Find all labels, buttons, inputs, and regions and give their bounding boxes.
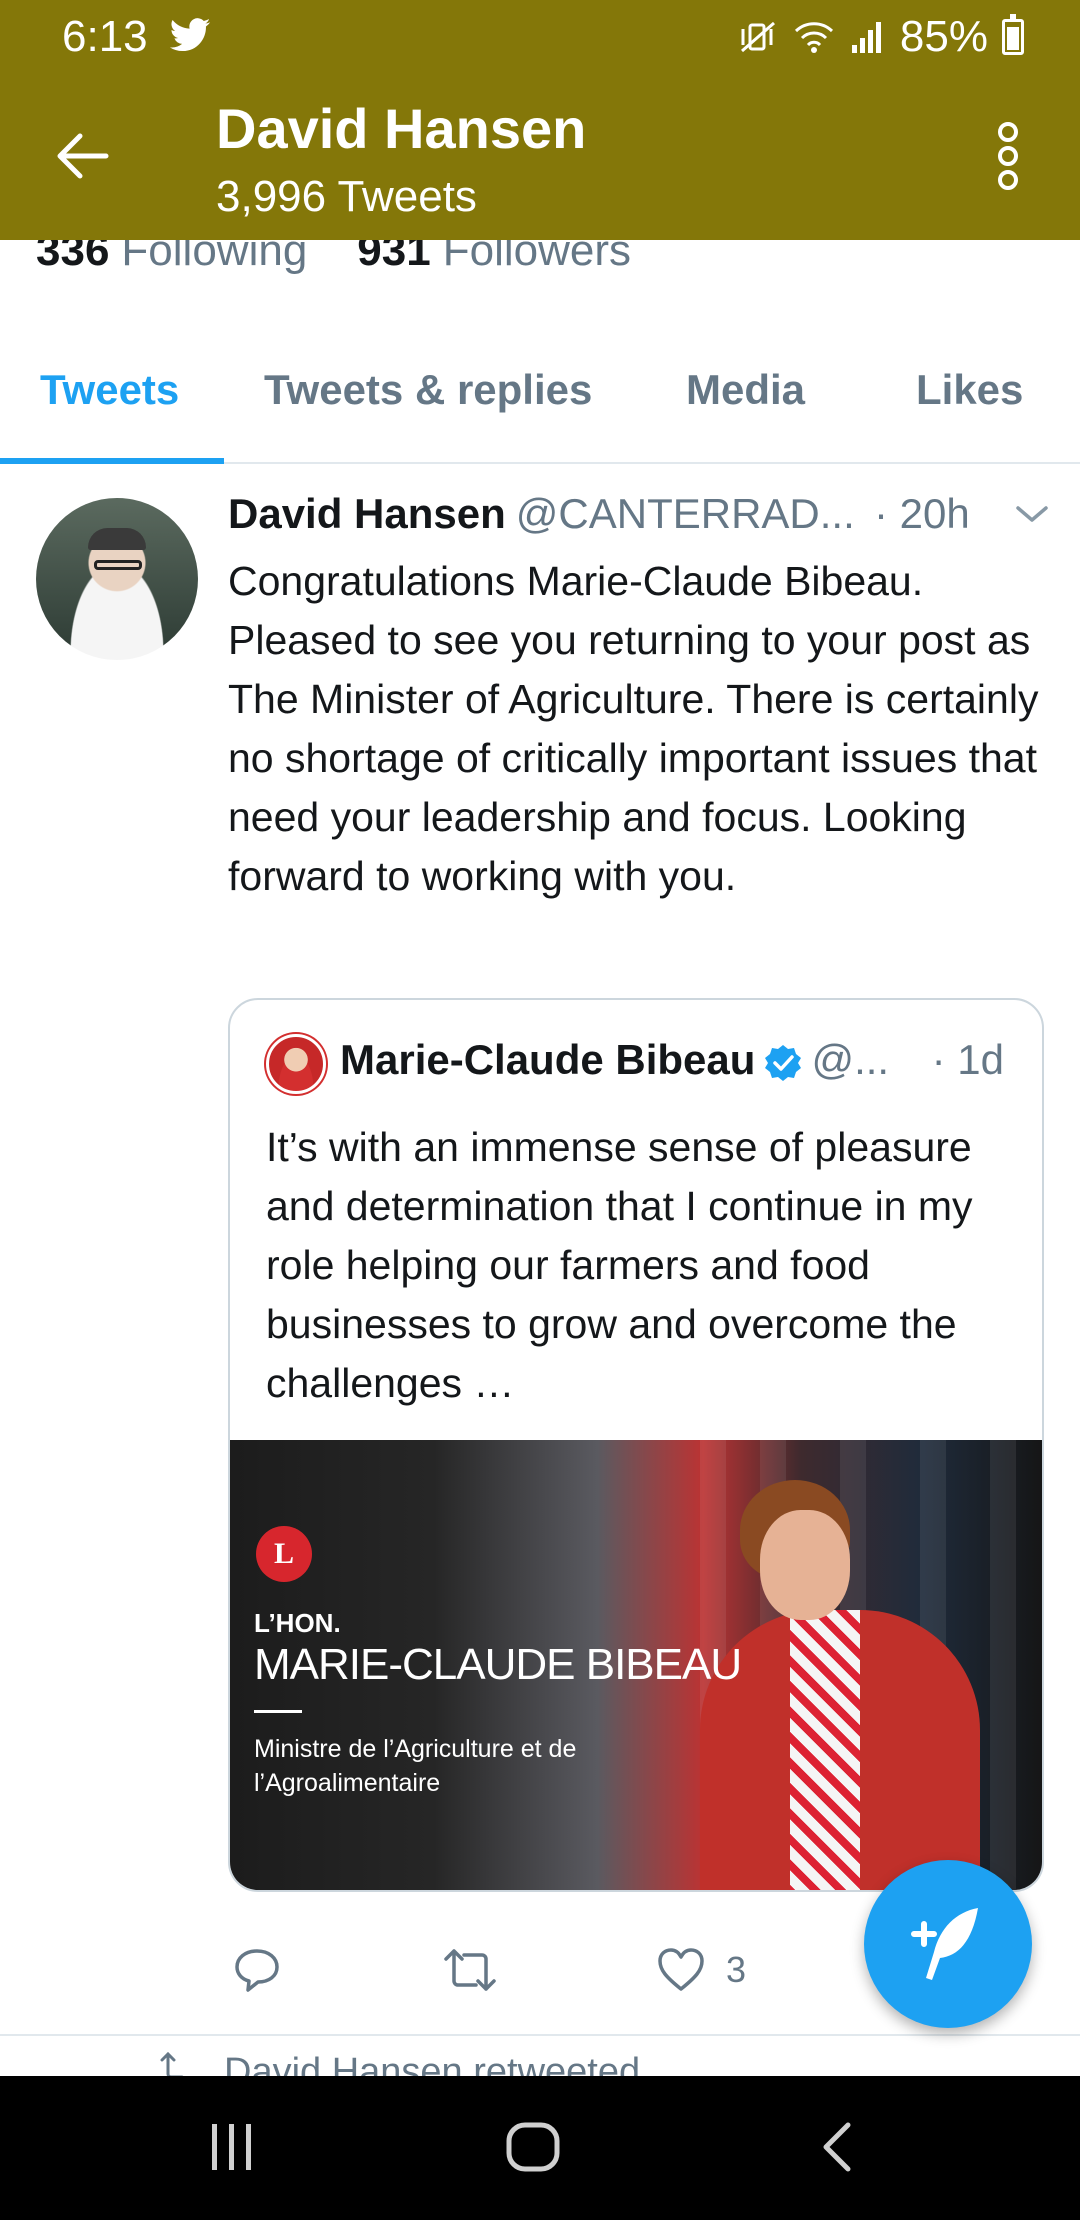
profile-header: 6:13 85% David Hansen 3,996 Tweets [0, 0, 1080, 240]
tweet-author-handle[interactable]: @CANTERRAD... [516, 490, 855, 537]
tweet-time: · 20h [874, 490, 970, 537]
tab-tweets-replies[interactable]: Tweets & replies [264, 366, 592, 414]
tweet-count: 3,996 Tweets [216, 172, 477, 221]
quoted-tweet-card[interactable]: Marie-Claude Bibeau @... · 1d It’s with a… [228, 998, 1044, 1892]
tab-tweets[interactable]: Tweets [40, 366, 179, 414]
home-icon[interactable] [506, 2122, 560, 2172]
active-tab-indicator [0, 458, 224, 464]
status-time: 6:13 [62, 12, 148, 61]
recent-apps-icon[interactable] [208, 2122, 256, 2172]
signal-icon [851, 22, 881, 53]
wifi-icon [794, 22, 833, 53]
media-name-text: MARIE-CLAUDE BIBEAU [254, 1640, 742, 1689]
quoted-text: It’s with an immense sense of pleasure a… [266, 1124, 973, 1406]
liberal-party-logo: L [256, 1526, 312, 1582]
battery-icon [1002, 14, 1024, 55]
quoted-tweet-header: Marie-Claude Bibeau @... · 1d [340, 1036, 1022, 1092]
quoted-author-handle: @... [811, 1036, 890, 1083]
profile-tabs: Tweets Tweets & replies Media Likes [0, 340, 1080, 464]
quoted-avatar [266, 1034, 326, 1094]
feed-divider [0, 2034, 1080, 2036]
quoted-author-name: Marie-Claude Bibeau [340, 1036, 756, 1083]
tweet-text: Congratulations Marie-Claude Bibeau. Ple… [228, 558, 1039, 899]
battery-percent: 85% [899, 12, 988, 61]
media-divider [254, 1710, 302, 1713]
twitter-icon [169, 18, 211, 52]
avatar[interactable] [36, 498, 198, 660]
back-arrow-icon[interactable] [52, 126, 112, 186]
mute-vibrate-icon [740, 21, 775, 53]
minister-scarf [790, 1610, 860, 1890]
quoted-media-image[interactable]: L L’HON. MARIE-CLAUDE BIBEAU Ministre de… [230, 1440, 1042, 1890]
tweet-header: David Hansen @CANTERRAD... · 20h [228, 490, 1048, 546]
compose-feather-icon [911, 1908, 978, 1980]
verified-badge-icon [765, 1044, 802, 1081]
reply-icon [235, 1949, 279, 1992]
retweet-icon [444, 1949, 496, 1991]
heart-icon [658, 1948, 704, 1991]
quoted-time: · 1d [931, 1036, 1004, 1083]
like-count: 3 [726, 1949, 747, 1990]
media-hon-text: L’HON. [254, 1608, 341, 1638]
back-nav-icon[interactable] [820, 2122, 854, 2172]
reply-button[interactable] [232, 1940, 282, 2000]
tweet-author-name[interactable]: David Hansen [228, 490, 506, 537]
minister-face [760, 1510, 850, 1620]
status-bar: 6:13 85% [0, 0, 1080, 72]
chevron-down-icon[interactable] [1014, 502, 1050, 526]
more-options-icon[interactable] [996, 122, 1020, 190]
like-button[interactable]: 3 [656, 1940, 746, 2000]
page-title: David Hansen [216, 97, 587, 160]
tab-media[interactable]: Media [686, 366, 805, 414]
system-nav-bar [0, 2076, 1080, 2220]
compose-tweet-button[interactable] [864, 1860, 1032, 2028]
retweet-button[interactable] [442, 1940, 498, 2000]
tab-likes[interactable]: Likes [916, 366, 1023, 414]
status-icons: 85% [738, 12, 1024, 62]
media-role-text: Ministre de l’Agriculture et de l’Agroal… [254, 1735, 577, 1797]
